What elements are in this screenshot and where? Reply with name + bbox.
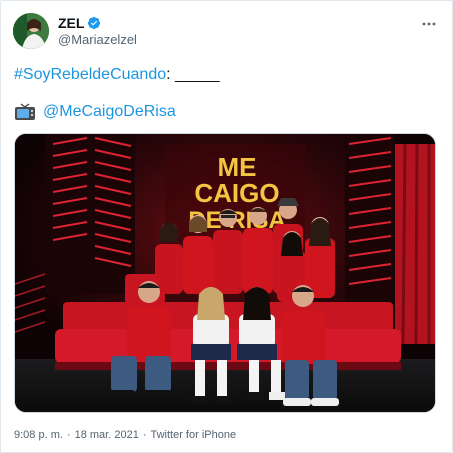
metadata-separator: ·: [142, 429, 147, 441]
tweet-text-suffix: : _____: [166, 66, 220, 83]
tweet-card: ZEL @Mariazelzel #SoyRebeldeCuando: ____…: [0, 0, 453, 453]
sign-line-2: CAIGO: [194, 178, 279, 208]
tweet-text-line-2: @MeCaigoDeRisa: [14, 102, 176, 122]
author-display-name[interactable]: ZEL: [58, 15, 84, 31]
mention-link[interactable]: @MeCaigoDeRisa: [43, 102, 176, 122]
tweet-photo[interactable]: ME CAIGO DE RISA: [14, 133, 436, 413]
tweet-metadata: 9:08 p. m. · 18 mar. 2021 · Twitter for …: [14, 429, 236, 441]
tweet-time[interactable]: 9:08 p. m.: [14, 429, 63, 441]
author-name-row[interactable]: ZEL: [58, 15, 101, 31]
group-photo: ME CAIGO DE RISA: [15, 134, 435, 412]
television-icon: [15, 103, 35, 120]
tweet-date[interactable]: 18 mar. 2021: [75, 429, 139, 441]
tweet-text-line-1: #SoyRebeldeCuando: _____: [14, 65, 220, 85]
author-handle[interactable]: @Mariazelzel: [58, 32, 137, 47]
hashtag-link[interactable]: #SoyRebeldeCuando: [14, 66, 166, 83]
verified-badge-icon: [88, 16, 101, 30]
avatar[interactable]: [13, 13, 49, 49]
tweet-source[interactable]: Twitter for iPhone: [150, 429, 236, 441]
more-options-icon[interactable]: [422, 13, 436, 31]
metadata-separator: ·: [66, 429, 71, 441]
